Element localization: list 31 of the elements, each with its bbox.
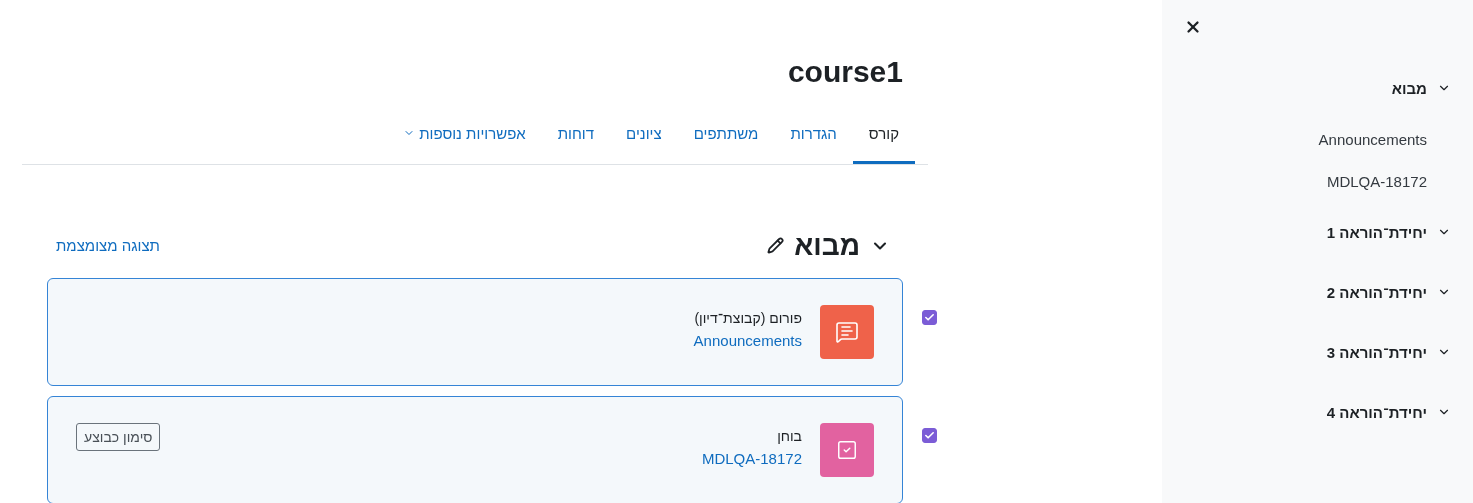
activity-link[interactable]: Announcements <box>693 332 802 349</box>
drawer-section[interactable]: יחידת־הוראה 3 <box>1162 322 1451 382</box>
drawer-section[interactable]: יחידת־הוראה 2 <box>1162 262 1451 322</box>
speech-bubble-icon <box>835 320 859 344</box>
more-menu-tab[interactable]: אפשרויות נוספות <box>387 105 542 164</box>
nav-tab[interactable]: משתתפים <box>677 105 775 164</box>
pencil-icon <box>767 237 785 254</box>
checkbox-icon <box>836 439 858 461</box>
activity-type: פורום (קבוצת־דיון) <box>693 310 802 326</box>
nav-tab[interactable]: הגדרות <box>774 105 853 164</box>
nav-tab[interactable]: קורס <box>852 105 915 164</box>
activity-checkbox[interactable] <box>922 310 937 325</box>
course-title: course1 <box>787 54 903 90</box>
close-button[interactable] <box>1184 18 1202 36</box>
activity-type: בוחן <box>776 428 802 444</box>
section-title: מבוא <box>794 229 860 262</box>
drawer-item[interactable]: MDLQA-18172 <box>1302 160 1451 202</box>
drawer-section[interactable]: מבוא <box>1162 58 1451 118</box>
check-icon <box>924 312 935 323</box>
close-icon <box>1184 18 1202 36</box>
drawer-item[interactable]: Announcements <box>1294 118 1451 160</box>
drawer-section[interactable]: יחידת־הוראה 1 <box>1162 202 1451 262</box>
drawer-section[interactable]: יחידת־הוראה 4 <box>1162 382 1451 442</box>
mark-done-button[interactable]: סימון כבוצע <box>76 423 161 451</box>
activity-checkbox[interactable] <box>922 428 937 443</box>
check-icon <box>924 430 935 441</box>
collapse-all-link[interactable]: תצוגה מצומצמת <box>56 237 160 254</box>
nav-tab[interactable]: ציונים <box>610 105 678 164</box>
edit-button[interactable] <box>767 237 785 254</box>
activity-link[interactable]: MDLQA-18172 <box>701 450 802 467</box>
nav-tab[interactable]: דוחות <box>541 105 611 164</box>
